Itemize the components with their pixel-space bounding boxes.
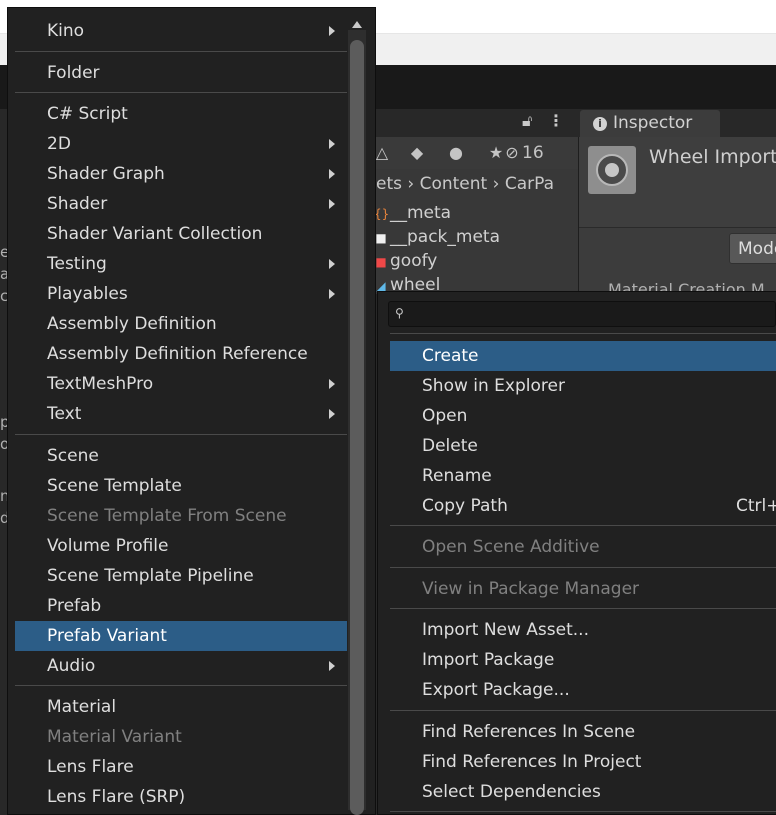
menu-item-testing[interactable]: Testing [7,249,347,279]
menu-item-import-new-asset[interactable]: Import New Asset... [390,615,776,645]
scrollbar-thumb[interactable] [350,40,364,815]
menu-item-assembly-definition[interactable]: Assembly Definition [7,309,347,339]
hidden-eye-icon[interactable]: ⊘ [500,141,524,165]
menu-item-export-package[interactable]: Export Package... [390,675,776,705]
menu-item-view-in-package-manager: View in Package Manager [422,579,640,599]
menu-item-playables[interactable]: Playables [7,279,347,309]
lock-icon[interactable]: 🔓︎ [522,111,538,133]
menu-item-scene-template-pipeline[interactable]: Scene Template Pipeline [7,561,347,591]
info-icon: i [593,117,607,131]
material-icon: ■ [375,255,387,269]
menu-item-prefab[interactable]: Prefab [7,591,347,621]
hidden-count: 16 [522,143,544,163]
menu-item-lens-flare[interactable]: Lens Flare [7,752,347,782]
menu-item-shader[interactable]: Shader [7,189,347,219]
search-icon: ⚲ [395,306,404,320]
json-file-icon: {} [374,207,390,221]
menu-item-open-scene-additive: Open Scene Additive [422,537,600,557]
file-item[interactable]: ■ __pack_meta [374,226,500,248]
separator [390,710,776,711]
menu-item-find-references-in-scene[interactable]: Find References In Scene [390,717,776,747]
menu-item-2d[interactable]: 2D [7,129,347,159]
shortcut-label: Ctrl+A [736,496,776,516]
menu-item-material[interactable]: Material [7,692,347,722]
document-icon: ■ [375,231,387,245]
menu-item-volume-profile[interactable]: Volume Profile [7,531,347,561]
context-search-input[interactable] [388,301,776,327]
separator [390,608,776,609]
menu-item-import-package[interactable]: Import Package [390,645,776,675]
breadcrumb-item[interactable]: Content [420,174,488,194]
menu-item-material-variant: Material Variant [47,727,182,747]
menu-item-rename[interactable]: Rename [390,461,776,491]
menu-item-create[interactable]: Create [390,341,776,371]
chevron-right-icon: › [407,174,420,194]
menu-item-csharp-script[interactable]: C# Script [7,99,347,129]
separator [390,567,776,568]
menu-item-scene-template[interactable]: Scene Template [7,471,347,501]
separator [390,525,776,526]
menu-item-assembly-definition-reference[interactable]: Assembly Definition Reference [7,339,347,369]
menu-item-show-in-explorer[interactable]: Show in Explorer [390,371,776,401]
menu-item-prefab-variant[interactable]: Prefab Variant [15,621,347,651]
scroll-up-arrow-icon[interactable] [350,19,364,31]
menu-item-lens-flare-srp[interactable]: Lens Flare (SRP) [7,782,347,812]
label-tag-icon[interactable]: ◆ [405,141,429,165]
tab-inspector[interactable]: i Inspector [580,110,720,137]
menu-item-shader-graph[interactable]: Shader Graph [7,159,347,189]
menu-item-scene[interactable]: Scene [7,441,347,471]
menu-item-scene-template-from-scene: Scene Template From Scene [47,506,287,526]
menu-item-text[interactable]: Text [7,399,347,429]
menu-item-select-dependencies[interactable]: Select Dependencies [390,777,776,807]
menu-item-find-references-in-project[interactable]: Find References In Project [390,747,776,777]
menu-item-open[interactable]: Open [390,401,776,431]
breadcrumb: ets › Content › CarPa [376,172,554,196]
separator [390,333,776,334]
file-item[interactable]: ■ goofy [374,250,437,272]
chevron-right-icon: › [492,174,505,194]
menu-item-folder[interactable]: Folder [7,58,347,88]
menu-item-kino[interactable]: Kino [7,16,347,46]
separator [15,685,347,686]
menu-item-copy-path[interactable]: Copy PathCtrl+A [390,491,776,521]
model-tab-button[interactable]: Mode [729,233,776,264]
menu-item-textmeshpro[interactable]: TextMeshPro [7,369,347,399]
file-item[interactable]: {}__meta [374,202,451,224]
separator [390,811,776,812]
breadcrumb-item[interactable]: CarPa [505,174,554,194]
kebab-menu-icon[interactable]: ⋮ [548,111,564,133]
warning-icon[interactable]: ● [444,141,468,165]
separator [15,51,347,52]
inspector-title: Wheel Import [649,146,776,168]
menu-item-shader-variant-collection[interactable]: Shader Variant Collection [7,219,347,249]
menu-item-delete[interactable]: Delete [390,431,776,461]
separator [15,434,347,435]
menu-item-audio[interactable]: Audio [7,651,347,681]
breadcrumb-item[interactable]: ets [376,174,402,194]
separator [15,92,347,93]
wheel-thumbnail [588,146,636,194]
